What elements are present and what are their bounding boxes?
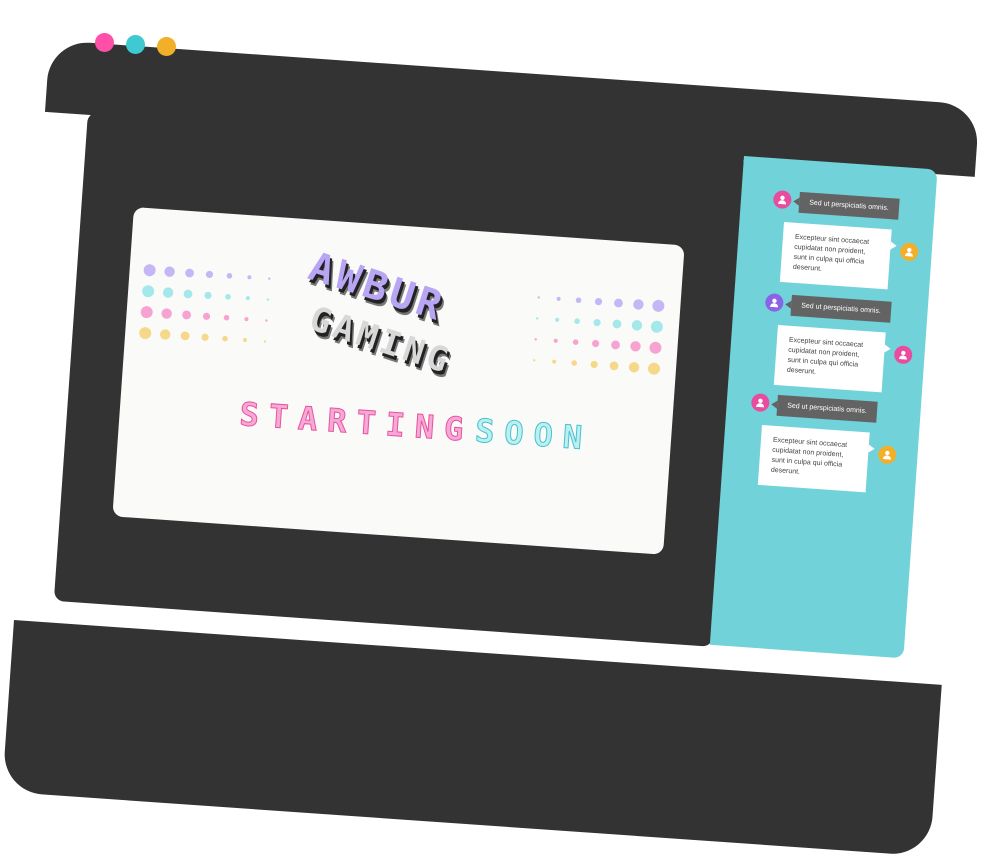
chat-bubble: Excepteur sint occaecat cupidatat non pr… [779, 222, 892, 290]
decorative-dots [139, 264, 665, 375]
decor-dot [222, 335, 228, 342]
window-bottom-bar [2, 620, 942, 856]
decor-dot [244, 317, 249, 322]
decor-dot [159, 329, 171, 340]
decor-dot [162, 287, 174, 298]
decor-dot [649, 341, 662, 354]
decor-dot [185, 268, 194, 278]
decor-dot [609, 361, 619, 371]
decor-dot [533, 359, 536, 362]
decor-dot [202, 312, 211, 320]
decor-dot [652, 299, 665, 312]
decor-dot [139, 327, 152, 340]
decor-dot [242, 338, 247, 343]
decor-dot [183, 289, 193, 299]
decor-dot [226, 273, 233, 279]
decor-dot [571, 360, 577, 366]
decor-dot [572, 339, 579, 345]
decor-dot [247, 275, 252, 280]
soon-text: SOON [473, 411, 594, 458]
decor-dot [575, 297, 582, 304]
decor-dot [553, 338, 558, 343]
decor-dot [204, 291, 212, 299]
decor-dot [556, 296, 561, 301]
decor-dot [534, 338, 537, 341]
maximize-dot[interactable] [157, 37, 176, 56]
decor-dot [593, 318, 601, 327]
decor-dot [225, 293, 231, 300]
decor-dot [142, 285, 155, 298]
decor-dot [201, 333, 209, 341]
decor-dot [592, 339, 600, 348]
decor-dot [245, 296, 250, 301]
decor-dot [647, 362, 660, 375]
decor-dot [143, 264, 156, 277]
decor-dot [140, 306, 153, 319]
decor-dot [265, 319, 268, 322]
close-dot[interactable] [95, 33, 114, 52]
decor-dot [263, 340, 267, 343]
decor-dot [552, 359, 557, 364]
decor-dot [594, 298, 603, 306]
decor-dot [630, 341, 641, 352]
decor-dot [633, 299, 644, 310]
decor-dot [205, 270, 214, 279]
decor-dot [223, 314, 230, 321]
chat-bubble: Excepteur sint occaecat cupidatat non pr… [773, 325, 886, 393]
decor-dot [180, 331, 190, 341]
stream-preview: AWBUR GAMING STARTING SOON [112, 207, 685, 555]
decor-dot [161, 308, 172, 319]
decor-dot [266, 298, 270, 301]
decor-dot [590, 360, 598, 369]
minimize-dot[interactable] [126, 35, 145, 54]
decor-dot [555, 317, 560, 322]
chat-bubble: Excepteur sint occaecat cupidatat non pr… [757, 425, 870, 493]
decor-dot [631, 320, 643, 331]
decor-dot [612, 319, 622, 329]
decor-dot [536, 317, 539, 320]
decor-dot [611, 340, 620, 350]
decor-dot [614, 298, 623, 308]
decor-dot [628, 362, 640, 373]
decor-dot [537, 296, 540, 299]
decor-dot [650, 320, 663, 333]
decor-dot [574, 318, 580, 324]
decor-dot [164, 266, 175, 277]
decor-dot [268, 277, 271, 280]
decor-dot [182, 310, 191, 320]
